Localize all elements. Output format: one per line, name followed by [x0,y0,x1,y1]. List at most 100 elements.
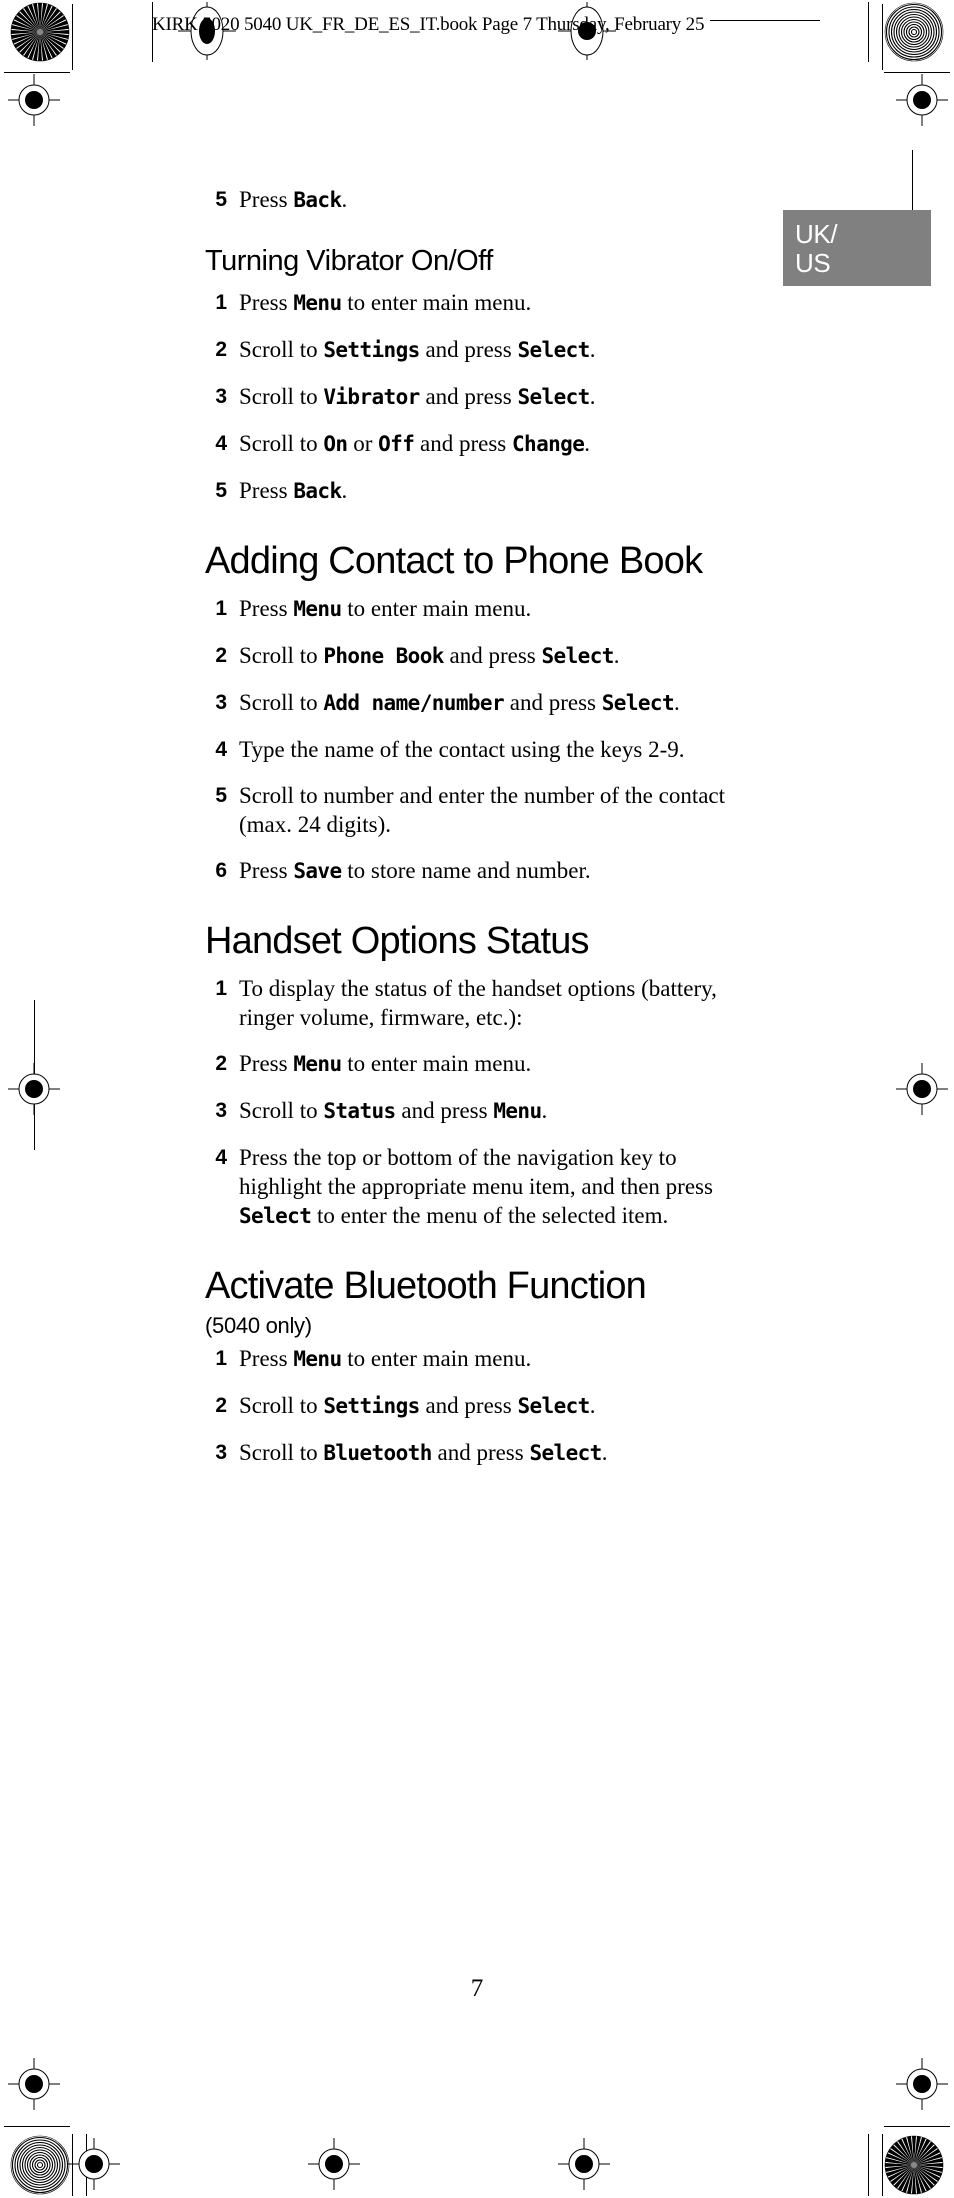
step-text-run: . [674,690,680,715]
step-list-activate-bluetooth: 1 Press Menu to enter main menu. 2 Scroll t… [205,1344,765,1468]
step-item: 4 Press the top or bottom of the navigati… [205,1143,765,1231]
step-list-turning-vibrator: 1 Press Menu to enter main menu. 2 Scroll t… [205,288,765,506]
step-number: 3 [215,691,227,714]
step-text-run: To display the status of the handset opt… [239,976,717,1030]
step-text-run: . [589,337,596,362]
step-text-run: and press [395,1098,494,1123]
step-text-run: Press [239,478,294,503]
ui-keyword: Select [601,691,675,715]
step-text-run: to enter the menu of the selected item. [311,1203,669,1228]
step-text-run: . [589,384,596,409]
step-item: 3 Scroll to Status and press Menu. [205,1096,765,1126]
ui-keyword: Settings [323,338,420,362]
step-text: Type the name of the contact using the k… [239,737,684,762]
step-number: 1 [215,597,227,620]
step-text: Press Back. [239,478,347,503]
ui-keyword: Change [511,432,585,456]
step-text-run: and press [419,384,518,409]
ui-keyword: Select [517,1394,590,1418]
ui-keyword: Back [293,479,342,503]
step-text-run: . [541,1098,548,1123]
ui-keyword: Menu [293,1052,342,1076]
step-text: Scroll to Phone Book and press Select. [239,643,620,668]
section-subtitle-activate-bluetooth: (5040 only) [205,1313,312,1338]
step-list-handset-options-status: 1 To display the status of the handset op… [205,974,765,1231]
step-text: Scroll to Vibrator and press Select. [239,384,595,409]
page-number: 7 [470,1975,484,2002]
step-text-run: Scroll to [239,1098,324,1123]
step-item: 2 Scroll to Settings and press Select. [205,1391,765,1421]
step-text-run: Press [239,187,294,212]
ui-keyword: Back [293,188,342,212]
step-item: 1 Press Menu to enter main menu. [205,1344,765,1374]
step-text-run: Scroll to number and enter the number of… [239,783,726,837]
step-number: 2 [215,1394,227,1417]
step-number: 3 [215,1099,227,1122]
step-text-run: and press [414,431,512,456]
step-number: 2 [215,1052,227,1075]
ui-keyword: Menu [493,1099,542,1123]
step-text-run: or [347,431,379,456]
ui-keyword: Menu [293,1347,342,1371]
step-list-continued-step: 5 Press Back. [205,185,765,215]
step-text-run: and press [419,1393,518,1418]
step-text: Scroll to Bluetooth and press Select. [239,1440,607,1465]
step-text: Press the top or bottom of the navigatio… [239,1145,713,1228]
step-item: 2 Scroll to Settings and press Select. [205,335,765,365]
step-text-run: . [341,187,348,212]
step-text-run: . [589,1393,596,1418]
step-text: Scroll to number and enter the number of… [239,783,725,837]
step-number: 6 [215,859,227,882]
step-number: 4 [215,738,227,761]
step-text-run: Scroll to [239,690,324,715]
manual-page: 5 Press Back. Turning Vibrator On/Off 1 Pres… [0,0,954,2198]
step-number: 1 [215,977,227,1000]
step-text-run: Scroll to [239,431,324,456]
step-item: 3 Scroll to Bluetooth and press Select. [205,1438,765,1468]
step-text-run: to enter main menu. [341,1051,532,1076]
step-item: 2 Scroll to Phone Book and press Select. [205,641,765,671]
step-text-run: . [613,643,620,668]
step-text: Press Save to store name and number. [239,858,591,883]
step-text-run: . [341,478,348,503]
step-text-run: to enter main menu. [341,596,532,621]
step-text: Press Menu to enter main menu. [239,1346,531,1371]
ui-keyword: Select [529,1441,602,1465]
step-text-run: . [584,431,590,456]
step-number: 4 [215,1146,227,1169]
ui-keyword: Select [541,644,615,668]
step-item: 6 Press Save to store name and number. [205,856,765,886]
step-item: 2 Press Menu to enter main menu. [205,1049,765,1079]
section-heading-turning-vibrator: Turning Vibrator On/Off [205,245,493,277]
step-text-run: to enter main menu. [341,290,532,315]
step-number: 5 [215,479,227,502]
step-number: 2 [215,338,227,361]
step-text-run: and press [431,1440,530,1465]
step-number: 5 [215,784,227,807]
ui-keyword: Add name/number [323,691,504,715]
step-text-run: to enter main menu. [341,1346,532,1371]
step-item: 5 Press Back. [205,476,765,506]
step-text: To display the status of the handset opt… [239,976,717,1030]
step-text-run: and press [504,690,602,715]
ui-keyword: Save [293,859,342,883]
step-item: 5 Press Back. [205,185,765,215]
ui-keyword: Select [517,338,590,362]
step-item: 3 Scroll to Vibrator and press Select. [205,382,765,412]
step-text: Press Menu to enter main menu. [239,290,531,315]
step-item: 4 Scroll to On or Off and press Change. [205,429,765,459]
ui-keyword: Menu [293,597,342,621]
step-number: 1 [215,291,227,314]
ui-keyword: Select [517,385,590,409]
ui-keyword: On [323,432,348,456]
step-text-run: and press [443,643,542,668]
step-number: 1 [215,1347,227,1370]
step-text-run: Scroll to [239,1393,324,1418]
step-number: 4 [215,432,227,455]
page-content: 5 Press Back. Turning Vibrator On/Off 1 Pres… [205,185,765,1485]
step-item: 4 Type the name of the contact using the … [205,735,765,764]
step-number: 2 [215,644,227,667]
step-text: Scroll to On or Off and press Change. [239,431,590,456]
step-text: Scroll to Settings and press Select. [239,337,595,362]
step-text: Scroll to Status and press Menu. [239,1098,547,1123]
